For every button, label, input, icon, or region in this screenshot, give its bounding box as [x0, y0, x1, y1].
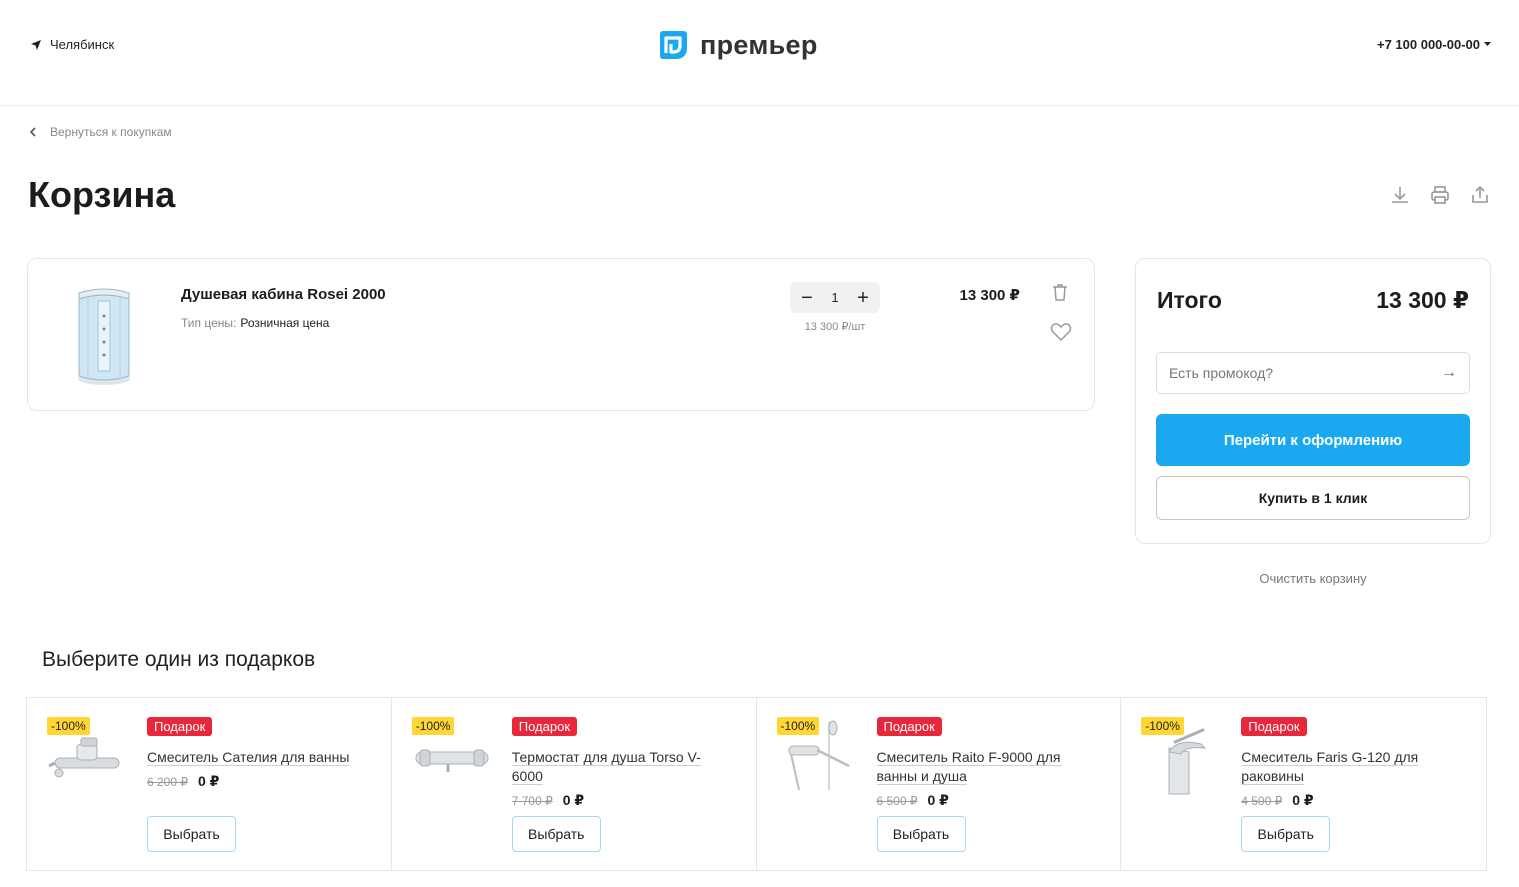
quantity-value[interactable]: 1 [831, 290, 838, 305]
back-label: Вернуться к покупкам [50, 125, 172, 139]
discount-badge: -100% [47, 717, 90, 735]
buy-one-click-button[interactable]: Купить в 1 клик [1156, 476, 1470, 520]
gift-prices: 6 200 ₽ 0 ₽ [147, 773, 219, 790]
old-price: 4 500 ₽ [1241, 794, 1283, 808]
trash-icon[interactable] [1050, 282, 1070, 302]
price-type-label: Тип цены: [181, 316, 237, 330]
choose-gift-button[interactable]: Выбрать [147, 816, 236, 852]
quantity-stepper: − 1 + [790, 282, 880, 313]
gift-badge: Подарок [147, 717, 213, 736]
item-total-price: 13 300 ₽ [959, 287, 1020, 304]
gift-badge: Подарок [511, 717, 578, 736]
choose-gift-button[interactable]: Выбрать [876, 816, 966, 852]
clear-cart-link[interactable]: Очистить корзину [1135, 571, 1491, 586]
total-value: 13 300 ₽ [1376, 287, 1469, 313]
promo-input[interactable] [1169, 365, 1441, 381]
city-name: Челябинск [50, 37, 115, 52]
increase-quantity-button[interactable]: + [854, 288, 872, 308]
discount-badge: -100% [1141, 717, 1184, 735]
new-price: 0 ₽ [927, 792, 949, 808]
item-price-type: Тип цены: Розничная цена [181, 316, 329, 330]
phone-selector[interactable]: +7 100 000-00-00 [1377, 37, 1491, 52]
page-title: Корзина [28, 174, 176, 215]
gifts-list: -100% Подарок Смеситель Сателия для ванн… [26, 697, 1487, 871]
new-price: 0 ₽ [198, 773, 220, 789]
checkout-button[interactable]: Перейти к оформлению [1156, 414, 1470, 466]
arrow-right-icon[interactable]: → [1441, 364, 1457, 382]
city-selector[interactable]: Челябинск [30, 37, 114, 52]
gift-name[interactable]: Термостат для душа Torso V-6000 [511, 748, 732, 786]
gift-prices: 4 500 ₽ 0 ₽ [1241, 792, 1313, 809]
heart-icon[interactable] [1050, 322, 1072, 342]
new-price: 0 ₽ [1292, 792, 1314, 808]
new-price: 0 ₽ [562, 792, 585, 808]
caret-down-icon [1484, 42, 1491, 46]
discount-badge: -100% [411, 717, 455, 735]
old-price: 6 500 ₽ [876, 794, 918, 808]
total-label: Итого [1157, 287, 1222, 313]
choose-gift-button[interactable]: Выбрать [511, 816, 601, 852]
promo-field: → [1156, 352, 1470, 394]
gift-prices: 6 500 ₽ 0 ₽ [877, 792, 949, 809]
decrease-quantity-button[interactable]: − [798, 288, 816, 308]
logo-text: премьер [700, 29, 818, 60]
gift-card: -100% Подарок Термостат для душа Torso V… [392, 698, 757, 870]
location-arrow-icon [31, 39, 41, 50]
gift-card: -100% Подарок Смеситель Сателия для ванн… [27, 698, 392, 870]
order-summary: Итого 13 300 ₽ → Перейти к оформлению Ку… [1135, 258, 1491, 544]
back-to-shopping-link[interactable]: Вернуться к покупкам [30, 125, 172, 139]
logo-icon [660, 31, 687, 59]
gift-card: -100% Подарок Смеситель Faris G-120 для … [1121, 698, 1486, 870]
page-actions [1389, 184, 1491, 206]
gift-badge: Подарок [876, 717, 942, 736]
download-icon[interactable] [1389, 184, 1411, 206]
gifts-title: Выберите один из подарков [42, 648, 316, 671]
price-type-value: Розничная цена [240, 316, 330, 330]
site-header: Челябинск премьер +7 100 000-00-00 [0, 0, 1519, 106]
gift-name[interactable]: Смеситель Сателия для ванны [147, 748, 367, 767]
print-icon[interactable] [1429, 184, 1451, 206]
gift-prices: 7 700 ₽ 0 ₽ [512, 792, 584, 809]
chevron-left-icon [30, 127, 36, 137]
phone-number: +7 100 000-00-00 [1376, 37, 1480, 52]
old-price: 6 200 ₽ [147, 775, 188, 789]
gift-badge: Подарок [1241, 717, 1307, 736]
choose-gift-button[interactable]: Выбрать [1241, 816, 1331, 852]
discount-badge: -100% [776, 717, 820, 735]
cart-item: Душевая кабина Rosei 2000 Тип цены: Розни… [27, 258, 1095, 411]
old-price: 7 700 ₽ [511, 794, 553, 808]
unit-price: 13 300 ₽/шт [804, 321, 866, 333]
gift-card: -100% Подарок Смеситель Raito F-9000 для… [757, 698, 1122, 870]
logo[interactable]: премьер [656, 28, 818, 62]
item-name[interactable]: Душевая кабина Rosei 2000 [181, 286, 386, 303]
gift-name[interactable]: Смеситель Faris G-120 для раковины [1241, 748, 1461, 786]
share-icon[interactable] [1469, 184, 1491, 206]
gift-name[interactable]: Смеситель Raito F-9000 для ванны и душа [876, 748, 1097, 786]
shower-cabin-image[interactable] [76, 281, 132, 387]
